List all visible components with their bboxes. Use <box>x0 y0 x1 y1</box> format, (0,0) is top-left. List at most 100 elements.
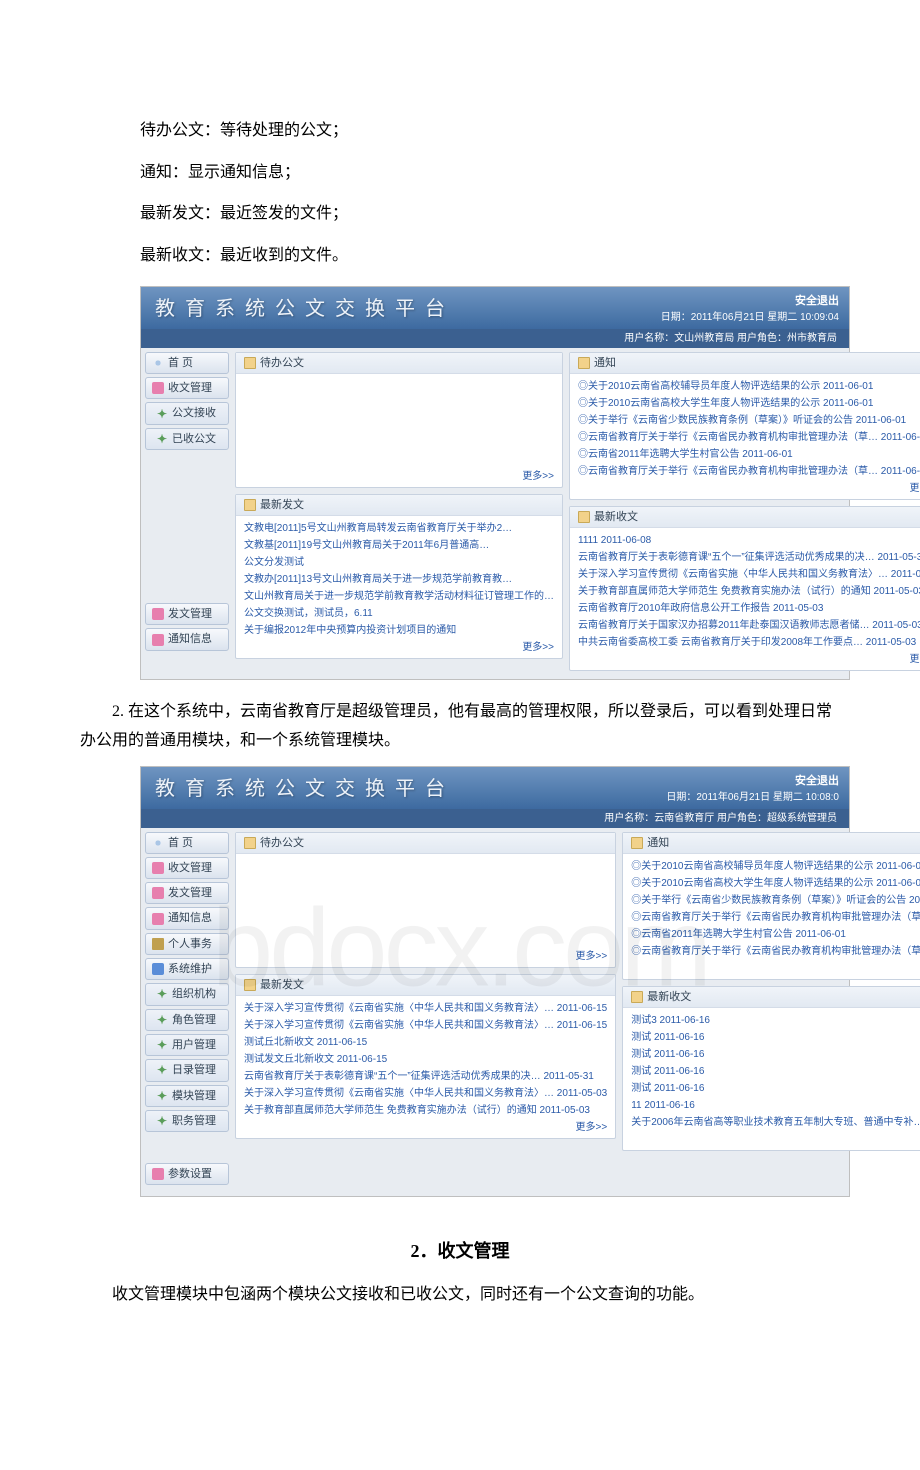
list-item[interactable]: ◎关于2010云南省高校辅导员年度人物评选结果的公示 2011-06-01 <box>578 378 920 395</box>
list-item[interactable]: 文教基[2011]19号文山州教育局关于2011年6月普通高… <box>244 537 554 554</box>
sidebar-item[interactable]: ✦组织机构 <box>145 983 229 1005</box>
sidebar-item[interactable]: 通知信息 <box>145 907 229 929</box>
sidebar-item[interactable]: ✦职务管理 <box>145 1110 229 1132</box>
list-item[interactable]: 测试发文丘北新收文 2011-06-15 <box>244 1051 607 1068</box>
list-item[interactable]: ◎云南省教育厅关于举行《云南省民办教育机构审批管理办法（草… 2011-06-0… <box>631 909 920 926</box>
more-link[interactable]: 更多>> <box>570 482 920 499</box>
more-link[interactable]: 更多>> <box>623 1133 920 1150</box>
sidebar-item[interactable]: ✦ 公文接收 <box>145 402 229 424</box>
panel-title-recv: 最新收文 <box>570 507 920 528</box>
panel-title-sent: 最新发文 <box>236 975 615 996</box>
logout-link[interactable]: 安全退出 <box>661 293 839 310</box>
sidebar-item[interactable]: 收文管理 <box>145 857 229 879</box>
list-item[interactable]: 关于深入学习宣传贯彻《云南省实施〈中华人民共和国义务教育法〉… 2011-06-… <box>244 1017 607 1034</box>
sidebar-item[interactable]: ✦角色管理 <box>145 1009 229 1031</box>
sidebar-item[interactable]: ✦ 已收公文 <box>145 428 229 450</box>
panel-title-pending: 待办公文 <box>236 353 562 374</box>
list-item[interactable]: 测试 2011-06-16 <box>631 1080 920 1097</box>
panel-title-sent: 最新发文 <box>236 495 562 516</box>
app-header: 教育系统公文交换平台 安全退出 日期：2011年06月21日 星期二 10:08… <box>141 767 849 809</box>
panel-title-notice: 通知 <box>570 353 920 374</box>
screenshot-1: 教育系统公文交换平台 安全退出 日期：2011年06月21日 星期二 10:09… <box>140 286 850 680</box>
end-paragraph: 收文管理模块中包涵两个模块公文接收和已收公文，同时还有一个公文查询的功能。 <box>0 1281 920 1310</box>
sidebar-item[interactable]: 首 页 <box>145 352 229 374</box>
list-item[interactable]: 公文交换测试，测试员，6.11 <box>244 605 554 622</box>
list-item[interactable]: 测试 2011-06-16 <box>631 1046 920 1063</box>
list-item[interactable]: ◎云南省教育厅关于举行《云南省民办教育机构审批管理办法（草… 2011-06-0… <box>578 429 920 446</box>
sidebar-item[interactable]: 通知信息 <box>145 628 229 650</box>
list-item[interactable]: 11 2011-06-16 <box>631 1097 920 1114</box>
sidebar-item-label: 已收公文 <box>172 432 216 446</box>
pink-icon <box>152 913 164 925</box>
list-item[interactable]: 文教电[2011]5号文山州教育局转发云南省教育厅关于举办2… <box>244 520 554 537</box>
list-item[interactable]: ◎云南省2011年选聘大学生村官公告 2011-06-01 <box>631 926 920 943</box>
intro-line: 最新发文：最近签发的文件； <box>140 193 780 235</box>
intro-line: 待办公文：等待处理的公文； <box>140 110 780 152</box>
list-item[interactable]: ◎云南省教育厅关于举行《云南省民办教育机构审批管理办法（草… 2011-06-0… <box>578 463 920 480</box>
list-item[interactable]: 关于教育部直属师范大学师范生 免费教育实施办法（试行）的通知 2011-05-0… <box>244 1102 607 1119</box>
sidebar-item[interactable]: 收文管理 <box>145 377 229 399</box>
app-header: 教育系统公文交换平台 安全退出 日期：2011年06月21日 星期二 10:09… <box>141 287 849 329</box>
plus-icon: ✦ <box>156 408 168 420</box>
sidebar-item[interactable]: ✦日录管理 <box>145 1059 229 1081</box>
list-item[interactable]: 关于深入学习宣传贯彻《云南省实施〈中华人民共和国义务教育法〉… 2011-05-… <box>578 566 920 583</box>
sidebar-item-label: 发文管理 <box>168 607 212 621</box>
datetime-text: 日期：2011年06月21日 星期二 10:09:04 <box>661 310 839 325</box>
list-item[interactable]: ◎云南省2011年选聘大学生村官公告 2011-06-01 <box>578 446 920 463</box>
sidebar-item[interactable]: 参数设置 <box>145 1163 229 1185</box>
sidebar-item[interactable]: ✦模块管理 <box>145 1085 229 1107</box>
list-item[interactable]: ◎关于2010云南省高校大学生年度人物评选结果的公示 2011-06-01 <box>578 395 920 412</box>
list-item[interactable]: 关于深入学习宣传贯彻《云南省实施〈中华人民共和国义务教育法〉… 2011-05-… <box>244 1085 607 1102</box>
list-item[interactable]: 云南省教育厅关于国家汉办招募2011年赴泰国汉语教师志愿者储… 2011-05-… <box>578 617 920 634</box>
plus-icon: ✦ <box>156 433 168 445</box>
more-link[interactable]: 更多>> <box>623 962 920 979</box>
list-item[interactable]: 测试 2011-06-16 <box>631 1029 920 1046</box>
list-item[interactable]: 测试3 2011-06-16 <box>631 1012 920 1029</box>
list-item[interactable]: 文山州教育局关于进一步规范学前教育教学活动材料征订管理工作的… <box>244 588 554 605</box>
list-item[interactable]: 关于教育部直属师范大学师范生 免费教育实施办法（试行）的通知 2011-05-0… <box>578 583 920 600</box>
list-item[interactable]: ◎云南省教育厅关于举行《云南省民办教育机构审批管理办法（草… 2011-06-0… <box>631 943 920 960</box>
list-item[interactable]: ◎关于2010云南省高校大学生年度人物评选结果的公示 2011-06-01 <box>631 875 920 892</box>
list-item[interactable]: 关于深入学习宣传贯彻《云南省实施〈中华人民共和国义务教育法〉… 2011-06-… <box>244 1000 607 1017</box>
intro-block: 待办公文：等待处理的公文； 通知：显示通知信息； 最新发文：最近签发的文件； 最… <box>0 110 920 276</box>
logout-link[interactable]: 安全退出 <box>666 773 839 790</box>
more-link[interactable]: 更多>> <box>236 950 615 967</box>
list-item[interactable]: 关于编报2012年中央预算内投资计划项目的通知 <box>244 622 554 639</box>
pink-icon <box>152 887 164 899</box>
sidebar-item-label: 用户管理 <box>172 1038 216 1052</box>
more-link[interactable]: 更多>> <box>570 653 920 670</box>
user-bar: 用户名称：文山州教育局 用户角色：州市教育局 <box>141 329 849 348</box>
sidebar-item-label: 公文接收 <box>172 406 216 420</box>
sidebar: 首 页收文管理发文管理通知信息个人事务系统维护 ✦组织机构 ✦角色管理 ✦用户管理 ✦日… <box>141 828 233 1197</box>
pink-icon <box>152 1168 164 1180</box>
sidebar-item[interactable]: 首 页 <box>145 832 229 854</box>
mid-paragraph: 2. 在这个系统中，云南省教育厅是超级管理员，他有最高的管理权限，所以登录后，可… <box>0 698 920 756</box>
list-item[interactable]: 测试 2011-06-16 <box>631 1063 920 1080</box>
list-item[interactable]: 1111 2011-06-08 <box>578 532 920 549</box>
more-link[interactable]: 更多>> <box>236 641 562 658</box>
list-item[interactable]: 云南省教育厅关于表彰德育课“五个一”征集评选活动优秀成果的决… 2011-05-… <box>244 1068 607 1085</box>
list-item[interactable]: 测试丘北新收文 2011-06-15 <box>244 1034 607 1051</box>
sidebar-item[interactable]: 发文管理 <box>145 882 229 904</box>
screenshot-2: 教育系统公文交换平台 安全退出 日期：2011年06月21日 星期二 10:08… <box>140 766 850 1197</box>
list-item[interactable]: ◎关于举行《云南省少数民族教育条例（草案）》听证会的公告 2011-06-01 <box>631 892 920 909</box>
list-item[interactable]: 中共云南省委高校工委 云南省教育厅关于印发2008年工作要点… 2011-05-… <box>578 634 920 651</box>
panel-title-notice: 通知 <box>623 833 920 854</box>
list-item[interactable]: 关于2006年云南省高等职业技术教育五年制大专班、普通中专补… 2011-05-… <box>631 1114 920 1131</box>
sidebar-item[interactable]: 个人事务 <box>145 933 229 955</box>
list-item[interactable]: ◎关于2010云南省高校辅导员年度人物评选结果的公示 2011-06-01 <box>631 858 920 875</box>
list-item[interactable]: 文教办[2011]13号文山州教育局关于进一步规范学前教育教… <box>244 571 554 588</box>
more-link[interactable]: 更多>> <box>236 470 562 487</box>
sidebar-item-label: 首 页 <box>168 836 193 850</box>
intro-line: 通知：显示通知信息； <box>140 152 780 194</box>
sidebar-item[interactable]: ✦用户管理 <box>145 1034 229 1056</box>
list-item[interactable]: 公文分发测试 <box>244 554 554 571</box>
more-link[interactable]: 更多>> <box>236 1121 615 1138</box>
home-icon <box>152 357 164 369</box>
sidebar-item[interactable]: 系统维护 <box>145 958 229 980</box>
sidebar-item[interactable]: 发文管理 <box>145 603 229 625</box>
list-item[interactable]: ◎关于举行《云南省少数民族教育条例（草案）》听证会的公告 2011-06-01 <box>578 412 920 429</box>
sidebar-item-label: 通知信息 <box>168 911 212 925</box>
list-item[interactable]: 云南省教育厅关于表彰德育课“五个一”征集评选活动优秀成果的决… 2011-05-… <box>578 549 920 566</box>
list-item[interactable]: 云南省教育厅2010年政府信息公开工作报告 2011-05-03 <box>578 600 920 617</box>
